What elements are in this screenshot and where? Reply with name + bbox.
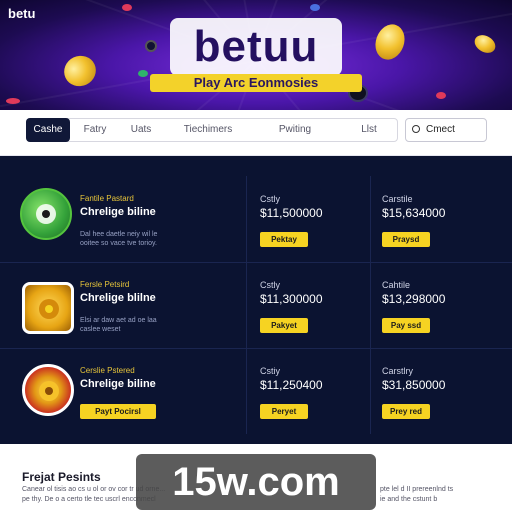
play-button[interactable]: Praysd — [382, 232, 430, 247]
play-button[interactable]: Pektay — [260, 232, 308, 247]
red-coin-emblem-icon[interactable] — [22, 364, 74, 416]
game-category: Fersle Petsird — [80, 280, 130, 289]
stat-label: Cahtile — [382, 280, 411, 290]
gem-icon — [122, 4, 132, 11]
game-title[interactable]: Chrelige biline — [80, 206, 156, 218]
frog-mascot-icon[interactable] — [20, 188, 72, 240]
gem-icon — [138, 70, 148, 77]
wide-play-button[interactable]: Payt Pocirsl — [80, 404, 156, 419]
tab-fatry[interactable]: Fatry — [72, 118, 118, 142]
footer-text: pte lel d II prereenlnd ts — [380, 486, 454, 493]
footer-text: ie and the cstunt b — [380, 496, 438, 503]
stat-value: $11,500000 — [260, 206, 323, 220]
stat-label: Cstly — [260, 280, 280, 290]
stat-value: $15,634000 — [382, 206, 446, 220]
gold-coin-icon — [370, 20, 410, 64]
gem-icon — [310, 4, 320, 11]
game-description: Elsi ar daw aet ad oe laa caslee weset — [80, 317, 157, 333]
stat-label: Cstly — [260, 194, 280, 204]
stat-value: $31,850000 — [382, 378, 446, 392]
play-button[interactable]: Pay ssd — [382, 318, 430, 333]
contact-button[interactable]: Cmect — [405, 118, 487, 142]
hero-tagline: Play Arc Eonmosies — [150, 74, 362, 92]
category-nav: Cashe Fatry Uats Tiechimers Pwiting Llst… — [0, 110, 512, 156]
watermark: 15w.com — [136, 454, 376, 510]
corner-logo[interactable]: betu — [8, 6, 35, 21]
gold-coin-icon — [471, 31, 499, 57]
gold-coin-emblem-icon[interactable] — [22, 282, 74, 334]
tab-llst[interactable]: Llst — [340, 118, 398, 142]
page: betu betuu Play Arc Eonmosies Cashe Fatr… — [0, 0, 512, 512]
tab-tiechimers[interactable]: Tiechimers — [166, 118, 250, 142]
gold-coin-icon — [59, 50, 101, 92]
brand-logo[interactable]: betuu — [170, 18, 342, 76]
game-category: Cerslie Pstered — [80, 366, 135, 375]
play-button[interactable]: Pakyet — [260, 318, 308, 333]
game-title[interactable]: Chrelige biline — [80, 378, 156, 390]
play-button[interactable]: Peryet — [260, 404, 308, 419]
gem-icon — [145, 40, 157, 52]
play-button[interactable]: Prey red — [382, 404, 430, 419]
footer-title: Frejat Pesints — [22, 470, 101, 484]
tab-cashe[interactable]: Cashe — [26, 118, 70, 142]
game-description: Dal hee daetle neiy wil le ooitee so vac… — [80, 231, 158, 247]
stat-value: $11,300000 — [260, 292, 323, 306]
tab-pwiting[interactable]: Pwiting — [254, 118, 336, 142]
contact-label: Cmect — [426, 124, 455, 135]
stat-label: Carstile — [382, 194, 413, 204]
games-panel: Fantile Pastard Chrelige biline Dal hee … — [0, 156, 512, 444]
stat-value: $11,250400 — [260, 378, 323, 392]
gem-icon — [436, 92, 446, 99]
stat-value: $13,298000 — [382, 292, 446, 306]
game-title[interactable]: Chrelige blilne — [80, 292, 156, 304]
stat-label: Cstiy — [260, 366, 280, 376]
hero-banner: betu betuu Play Arc Eonmosies — [0, 0, 512, 110]
game-category: Fantile Pastard — [80, 194, 134, 203]
tab-uats[interactable]: Uats — [120, 118, 162, 142]
stat-label: Carstlry — [382, 366, 413, 376]
search-icon — [412, 125, 420, 133]
gem-icon — [6, 98, 20, 104]
